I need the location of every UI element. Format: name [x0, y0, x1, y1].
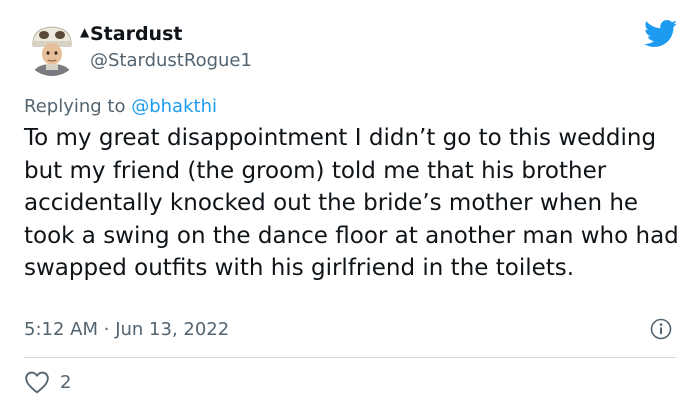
info-icon[interactable] [650, 318, 672, 340]
author-handle[interactable]: @StardustRogue1 [90, 50, 252, 71]
like-count: 2 [60, 371, 72, 393]
twitter-bird-icon[interactable] [643, 20, 678, 48]
reply-mention-link[interactable]: @bhakthi [131, 96, 217, 117]
info-icon-svg [650, 318, 672, 340]
tweet-date: Jun 13, 2022 [115, 319, 230, 340]
name-marker-icon: ▲ [80, 25, 90, 39]
twitter-bird-svg [643, 20, 678, 47]
timestamp-separator: · [103, 319, 110, 340]
like-action[interactable]: 2 [24, 370, 71, 394]
tweet-text: To my great disappointment I didn’t go t… [24, 125, 679, 281]
author-display-name[interactable]: Stardust [90, 23, 182, 45]
reply-context: Replying to @bhakthi [24, 96, 217, 117]
avatar-image [24, 20, 80, 76]
heart-icon[interactable] [24, 370, 50, 394]
heart-icon-svg [25, 371, 49, 394]
tweet-timestamp[interactable]: 5:12 AM · Jun 13, 2022 [24, 319, 229, 340]
divider [24, 357, 676, 358]
tweet-time: 5:12 AM [24, 319, 98, 340]
avatar[interactable] [24, 20, 80, 76]
reply-prefix: Replying to [24, 96, 126, 117]
